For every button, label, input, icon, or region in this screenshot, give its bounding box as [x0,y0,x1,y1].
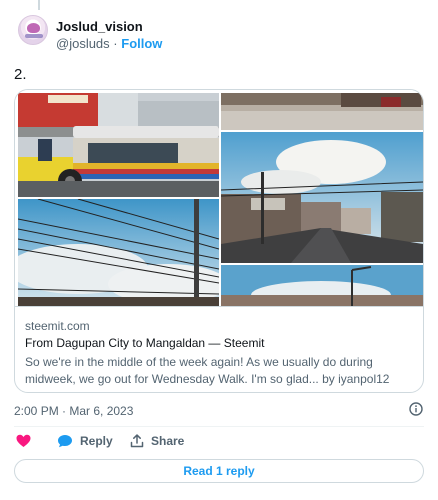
tweet-actions: Reply Share [14,434,414,452]
author-display-name[interactable]: Joslud_vision [56,19,143,34]
link-description: So we're in the middle of the week again… [25,355,390,386]
link-preview-meta[interactable]: steemit.com From Dagupan City to Mangald… [15,306,423,392]
photo-sidewalk-graphic [221,93,423,130]
handle-separator: · [113,36,118,51]
photo-sky-pole[interactable] [221,265,423,306]
divider [14,426,424,427]
read-replies-button[interactable]: Read 1 reply [14,459,424,483]
heart-icon [16,434,31,447]
avatar-logo-text-mark [25,34,43,38]
tweet-header: Joslud_vision @josluds · Follow [18,15,418,51]
avatar-logo-mark [27,23,40,33]
author-handle-row: @josluds · Follow [56,36,162,51]
author-handle[interactable]: @josluds [56,36,110,51]
reply-button[interactable]: Reply [57,434,113,448]
avatar[interactable] [18,15,48,45]
link-preview-media[interactable] [15,90,423,306]
share-button[interactable]: Share [130,434,184,448]
photo-power-lines-graphic [18,199,219,306]
photo-power-lines[interactable] [18,199,219,306]
photo-jeepney[interactable] [18,93,219,197]
link-domain: steemit.com [25,319,90,333]
photo-sky-pole-graphic [221,265,423,306]
link-title[interactable]: From Dagupan City to Mangaldan — Steemit [25,336,264,350]
reply-bubble-icon [58,435,72,448]
photo-street[interactable] [221,132,423,263]
photo-street-graphic [221,132,423,263]
share-icon [130,434,144,448]
like-button[interactable] [16,434,38,448]
tweet-text: 2. [14,66,27,83]
reply-label: Reply [80,434,113,448]
photo-sidewalk[interactable] [221,93,423,130]
link-preview-card[interactable]: steemit.com From Dagupan City to Mangald… [14,89,424,393]
share-label: Share [151,434,185,448]
photo-jeepney-graphic [18,93,219,197]
tweet-timestamp[interactable]: 2:00 PM · Mar 6, 2023 [14,404,133,418]
info-icon[interactable] [409,402,423,416]
thread-connector-line [38,0,40,10]
follow-link[interactable]: Follow [121,36,162,51]
